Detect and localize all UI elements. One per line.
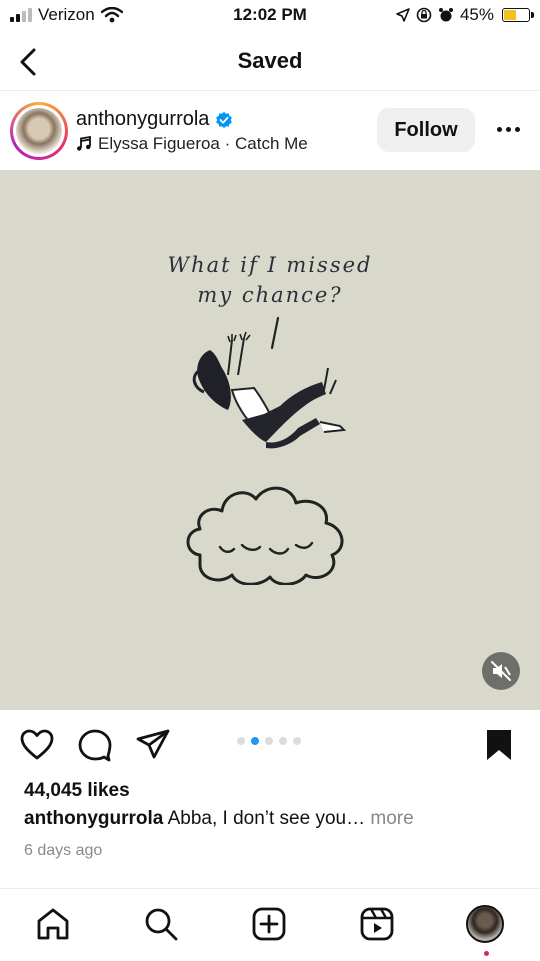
carousel-dot — [237, 737, 245, 745]
avatar-photo — [16, 108, 62, 154]
home-icon[interactable] — [34, 905, 72, 943]
post-header: anthonygurrola Elyssa Figueroa · Catch M… — [0, 100, 540, 166]
image-text-line1: What if I missed — [167, 253, 373, 277]
status-bar: Verizon 12:02 PM 45% — [0, 0, 540, 32]
carousel-indicator — [237, 737, 301, 745]
heart-icon[interactable] — [18, 726, 56, 764]
post-timestamp: 6 days ago — [24, 842, 103, 859]
post-author[interactable]: anthonygurrola — [76, 108, 233, 131]
verified-badge-icon — [216, 111, 233, 128]
like-count[interactable]: 44,045 likes — [24, 780, 130, 802]
status-right-group: 45% — [396, 5, 534, 25]
top-header: Saved — [0, 34, 540, 91]
share-icon[interactable] — [134, 726, 172, 764]
speaker-muted-icon — [491, 661, 511, 681]
mute-button[interactable] — [482, 652, 520, 690]
carousel-dot — [293, 737, 301, 745]
more-options-icon[interactable] — [488, 114, 528, 144]
caption-text: Abba, I don’t see you… — [163, 808, 366, 829]
carousel-dot — [279, 737, 287, 745]
carousel-dot — [251, 737, 259, 745]
image-text-line2: my chance? — [197, 283, 343, 307]
battery-icon — [502, 8, 534, 22]
battery-percent: 45% — [459, 5, 494, 24]
caption-more-link[interactable]: more — [365, 808, 413, 829]
audio-track[interactable]: Elyssa Figueroa · Catch Me — [98, 134, 308, 154]
falling-girl-illustration — [192, 316, 347, 449]
bookmark-icon[interactable] — [480, 726, 518, 764]
carousel-dot — [265, 737, 273, 745]
profile-avatar[interactable] — [466, 905, 504, 943]
post-caption: anthonygurrola Abba, I don’t see you… mo… — [24, 808, 414, 830]
follow-button[interactable]: Follow — [377, 108, 475, 152]
page-title: Saved — [237, 48, 303, 73]
comment-icon[interactable] — [76, 726, 114, 764]
post-actions — [0, 718, 540, 772]
music-note-icon — [77, 136, 91, 151]
audio-attribution[interactable]: Elyssa Figueroa · Catch Me — [76, 134, 308, 154]
alarm-icon — [438, 8, 453, 22]
cloud-illustration — [186, 486, 344, 585]
notification-dot — [484, 951, 489, 956]
screen-lock-icon — [416, 7, 432, 23]
location-arrow-icon — [396, 8, 410, 22]
search-icon[interactable] — [142, 905, 180, 943]
reels-icon[interactable] — [358, 905, 396, 943]
story-avatar[interactable] — [10, 102, 68, 160]
create-icon[interactable] — [250, 905, 288, 943]
image-handwritten-text: What if I missed my chance? — [0, 250, 540, 310]
caption-username[interactable]: anthonygurrola — [24, 808, 163, 829]
post-image[interactable]: What if I missed my chance? — [0, 170, 540, 710]
bottom-nav — [0, 888, 540, 961]
username[interactable]: anthonygurrola — [76, 108, 209, 131]
